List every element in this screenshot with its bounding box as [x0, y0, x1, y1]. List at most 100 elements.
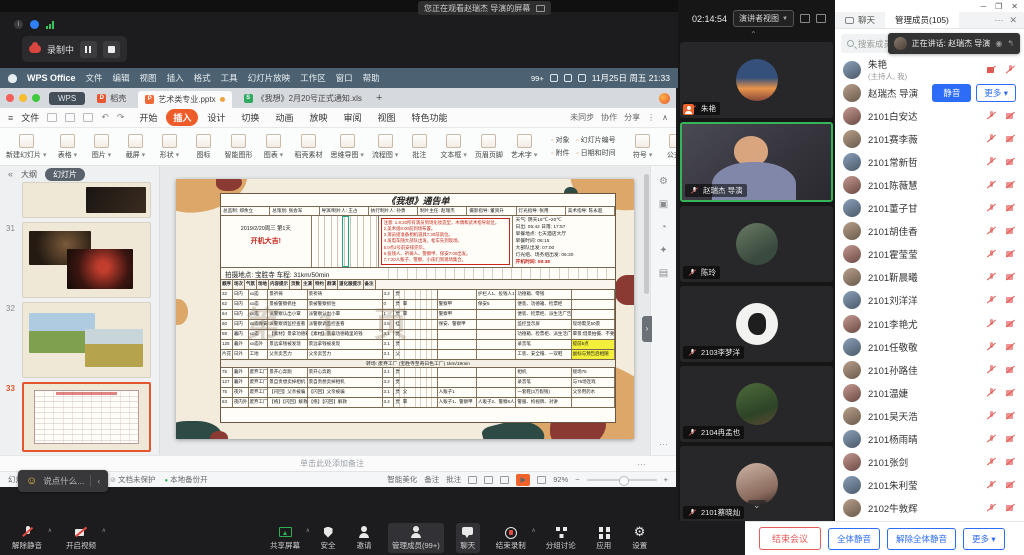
- camera-off-icon[interactable]: [1005, 503, 1016, 514]
- mic-off-icon[interactable]: [986, 503, 997, 514]
- zoom-slider[interactable]: [587, 479, 657, 481]
- docer-tab[interactable]: D稻壳: [90, 91, 133, 106]
- collapse-ribbon-icon[interactable]: ∧: [662, 113, 668, 122]
- video-tile[interactable]: 朱艳: [680, 42, 833, 118]
- notes-button[interactable]: 备注: [424, 474, 439, 485]
- member-row[interactable]: 2101李艳尤 静音 更多 ▾: [835, 312, 1024, 335]
- toolbar-button[interactable]: 聊天 ∧: [456, 523, 480, 553]
- mic-off-icon[interactable]: [986, 110, 997, 121]
- ribbon-small-button[interactable]: 附件: [551, 148, 569, 158]
- restore-button[interactable]: ❐: [995, 2, 1002, 11]
- camera-off-icon[interactable]: [1005, 457, 1016, 468]
- ribbon-button[interactable]: 思维导图 ▾: [330, 134, 363, 160]
- ribbon-button[interactable]: 图表 ▾: [260, 134, 286, 160]
- protect-status[interactable]: 文档未保护: [110, 474, 155, 485]
- wps-account-avatar[interactable]: [659, 93, 670, 104]
- ribbon-button[interactable]: 文本框 ▾: [440, 134, 466, 160]
- chevron-up-icon[interactable]: ∧: [102, 527, 106, 534]
- ribbon-button[interactable]: 表格 ▾: [54, 134, 80, 160]
- toolbar-button[interactable]: 应用 ∧: [592, 523, 616, 553]
- toolbar-button[interactable]: 共享屏幕 ∧: [266, 523, 304, 553]
- menubar-menu-item[interactable]: 幻灯片放映: [248, 72, 291, 84]
- collapse-chat-icon[interactable]: ‹: [97, 476, 100, 486]
- pause-recording-button[interactable]: [80, 41, 97, 58]
- member-row[interactable]: 2101刘洋洋 静音 更多 ▾: [835, 289, 1024, 312]
- video-tile[interactable]: 2104冉孟也: [680, 366, 833, 442]
- menubar-menu-item[interactable]: 格式: [194, 72, 211, 84]
- chevron-up-icon[interactable]: ∧: [48, 527, 52, 534]
- collab-button[interactable]: 协作: [601, 112, 617, 123]
- member-row[interactable]: 2101朱利莹 静音 更多 ▾: [835, 474, 1024, 497]
- toolbar-button[interactable]: 结束录制 ∧: [492, 523, 530, 553]
- view-mode-button[interactable]: 演讲者视图▼: [733, 10, 794, 27]
- zoom-in-button[interactable]: +: [664, 475, 668, 484]
- mic-off-icon[interactable]: [986, 180, 997, 191]
- member-more-button[interactable]: 更多 ▾: [976, 84, 1016, 102]
- toolbar-button[interactable]: 管理成员(99+) ∧: [388, 523, 444, 553]
- apple-logo-icon[interactable]: [8, 74, 17, 83]
- camera-off-icon[interactable]: [1005, 156, 1016, 167]
- toolbar-button[interactable]: 解除静音 ∧: [8, 523, 46, 553]
- notes-bar[interactable]: 单击此处添加备注 ···: [0, 455, 676, 471]
- more-tools-icon[interactable]: ···: [659, 439, 668, 449]
- camera-off-icon[interactable]: [1005, 318, 1016, 329]
- zoom-window-button[interactable]: [32, 94, 40, 102]
- member-row[interactable]: 2101任敬敬 静音 更多 ▾: [835, 335, 1024, 358]
- menubar-app-name[interactable]: WPS Office: [27, 73, 76, 83]
- chat-tab[interactable]: 聊天: [835, 12, 885, 28]
- redo-icon[interactable]: ↷: [117, 112, 125, 123]
- member-row[interactable]: 2101孙路佳 静音 更多 ▾: [835, 358, 1024, 381]
- backup-status[interactable]: 本地备份开: [164, 474, 207, 485]
- mic-off-icon[interactable]: [986, 295, 997, 306]
- slideshow-play-button[interactable]: ▶: [516, 474, 530, 486]
- camera-off-icon[interactable]: [1005, 410, 1016, 421]
- close-window-button[interactable]: [6, 94, 14, 102]
- exit-fullscreen-icon[interactable]: [536, 5, 545, 12]
- share-button[interactable]: 分享: [624, 112, 640, 123]
- menubar-menu-item[interactable]: 工作区: [300, 72, 326, 84]
- ribbon-button[interactable]: 艺术字 ▾: [511, 134, 537, 160]
- menubar-menu-item[interactable]: 视图: [140, 72, 157, 84]
- mic-off-icon[interactable]: [986, 133, 997, 144]
- animation-icon[interactable]: ▤: [659, 268, 668, 279]
- hamburger-icon[interactable]: ≡: [8, 113, 13, 123]
- mic-off-icon[interactable]: [986, 387, 997, 398]
- properties-icon[interactable]: ⚙: [659, 176, 668, 187]
- member-row[interactable]: 2101白安达 静音 更多 ▾: [835, 104, 1024, 127]
- member-row[interactable]: 2101温婕 静音 更多 ▾: [835, 381, 1024, 404]
- ribbon-button[interactable]: 批注 ▾: [406, 134, 432, 160]
- mic-off-icon[interactable]: [986, 457, 997, 468]
- ribbon-button[interactable]: 流程图 ▾: [372, 134, 398, 160]
- menubar-menu-item[interactable]: 插入: [167, 72, 184, 84]
- member-row[interactable]: 2101杨雨晴 静音 更多 ▾: [835, 428, 1024, 451]
- doc-tab-xls[interactable]: S《我想》2月20号正式通知.xls: [237, 91, 369, 106]
- video-tile[interactable]: 陈玲: [680, 206, 833, 282]
- quick-icon[interactable]: [65, 113, 75, 122]
- menubar-menu-item[interactable]: 工具: [221, 72, 238, 84]
- sync-status[interactable]: 未同步: [570, 112, 594, 123]
- menubar-menu-item[interactable]: 窗口: [336, 72, 353, 84]
- ribbon-button[interactable]: 页眉页脚 ▾: [475, 134, 503, 160]
- ribbon-button[interactable]: 图片 ▾: [88, 134, 114, 160]
- member-row[interactable]: 2101吴天浩 静音 更多 ▾: [835, 404, 1024, 427]
- ribbon-button[interactable]: 形状 ▾: [156, 134, 182, 160]
- ribbon-tab[interactable]: 放映: [302, 109, 334, 126]
- camera-off-icon[interactable]: [1005, 364, 1016, 375]
- video-tile[interactable]: 2103李梦洋: [680, 286, 833, 362]
- mic-off-icon[interactable]: [986, 318, 997, 329]
- member-row[interactable]: 2101常新哲 静音 更多 ▾: [835, 150, 1024, 173]
- toolbar-button[interactable]: 邀请 ∧: [352, 523, 376, 553]
- more-actions-button[interactable]: 更多 ▾: [963, 528, 1005, 550]
- member-row[interactable]: 2101陈薇慧 静音 更多 ▾: [835, 173, 1024, 196]
- member-row[interactable]: 赵瑞杰 导演 静音 更多 ▾: [835, 81, 1024, 104]
- slides-tab[interactable]: 幻灯片: [45, 168, 85, 181]
- zoom-out-button[interactable]: −: [575, 475, 579, 484]
- chevron-up-icon[interactable]: ∧: [306, 527, 310, 534]
- camera-off-icon[interactable]: [1005, 434, 1016, 445]
- view-read-icon[interactable]: [500, 476, 509, 484]
- ribbon-small-button[interactable]: 幻灯片编号: [576, 135, 615, 145]
- mic-off-icon[interactable]: [986, 272, 997, 283]
- panel-more-icon[interactable]: ···: [994, 15, 1009, 25]
- ribbon-button[interactable]: 新建幻灯片 ▾: [6, 134, 46, 160]
- history-icon[interactable]: ◔: [660, 222, 666, 233]
